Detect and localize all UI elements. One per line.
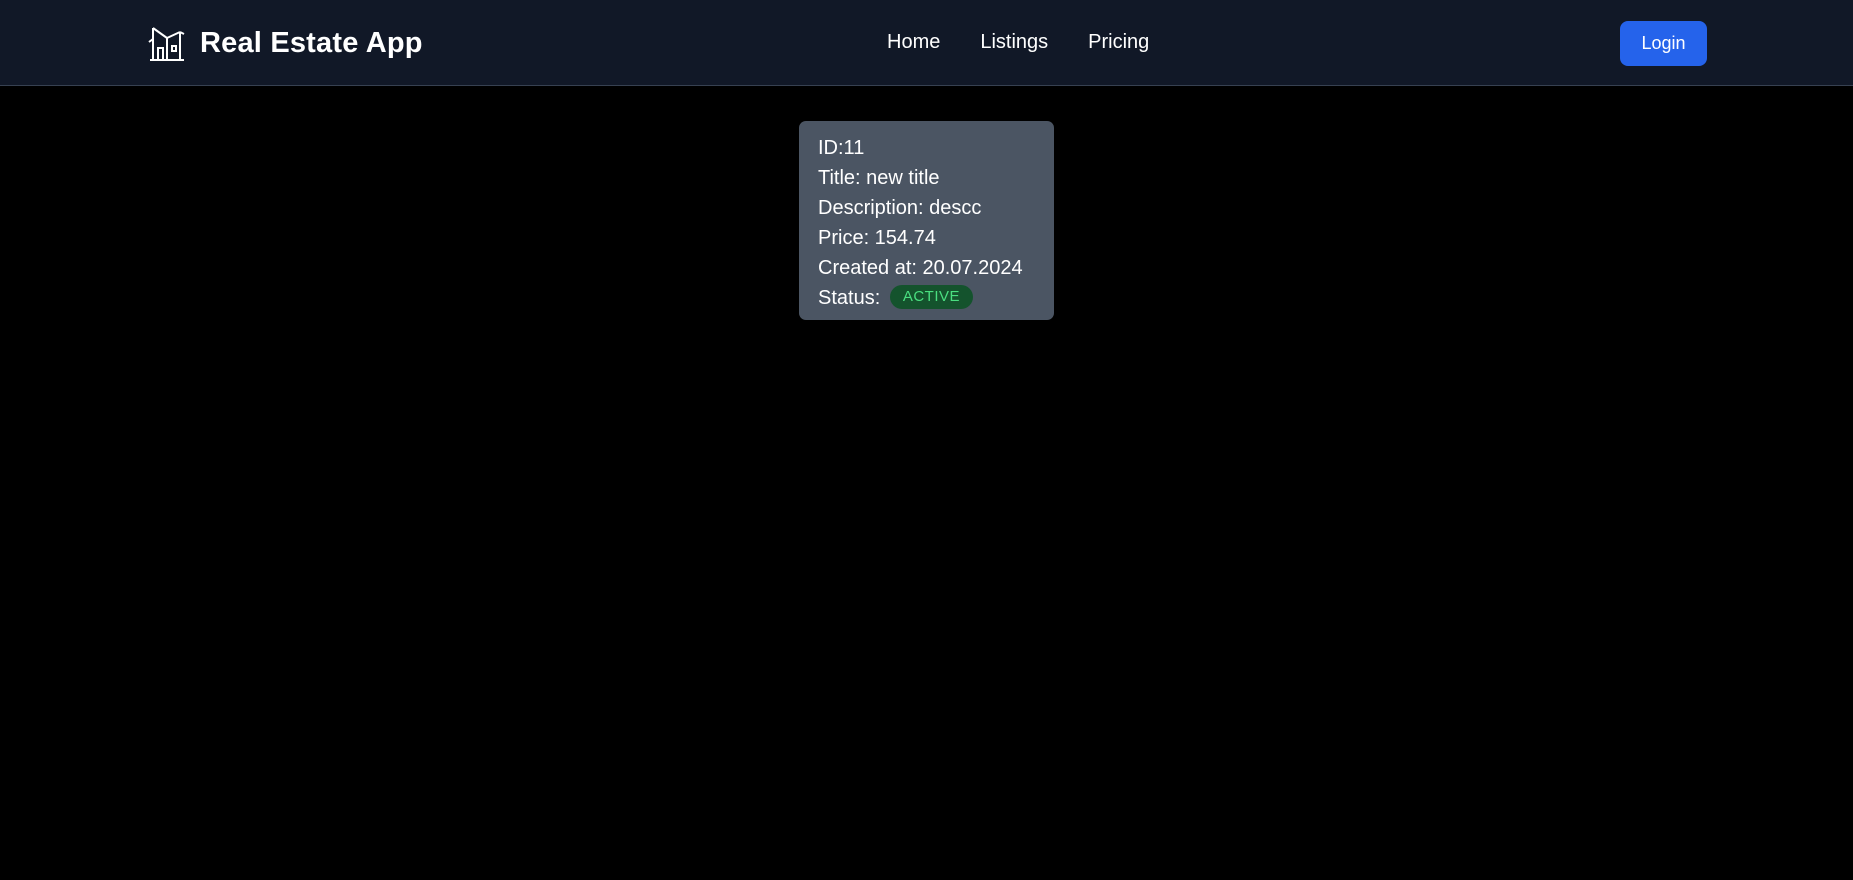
app-title: Real Estate App (200, 26, 423, 59)
building-icon (148, 27, 185, 61)
listing-status-label: Status: (818, 287, 881, 309)
nav-link-home[interactable]: Home (887, 31, 940, 54)
listing-description: Description: descc (818, 197, 982, 219)
top-navbar: Real Estate App Home Listings Pricing Lo… (0, 0, 1853, 86)
status-badge: ACTIVE (889, 284, 974, 309)
nav-link-listings[interactable]: Listings (980, 31, 1048, 54)
listing-title: Title: new title (818, 167, 940, 189)
listing-created-at: Created at: 20.07.2024 (818, 257, 1023, 279)
nav-link-pricing[interactable]: Pricing (1088, 31, 1149, 54)
listing-id: ID:11 (818, 137, 865, 159)
listing-card: ID:11 Title: new title Description: desc… (799, 121, 1054, 320)
login-button[interactable]: Login (1620, 21, 1707, 66)
main-nav: Home Listings Pricing (887, 31, 1149, 54)
listing-price: Price: 154.74 (818, 227, 936, 249)
listing-status-row: Status: ACTIVE (818, 283, 1035, 313)
brand-logo-link[interactable]: Real Estate App (148, 24, 423, 62)
